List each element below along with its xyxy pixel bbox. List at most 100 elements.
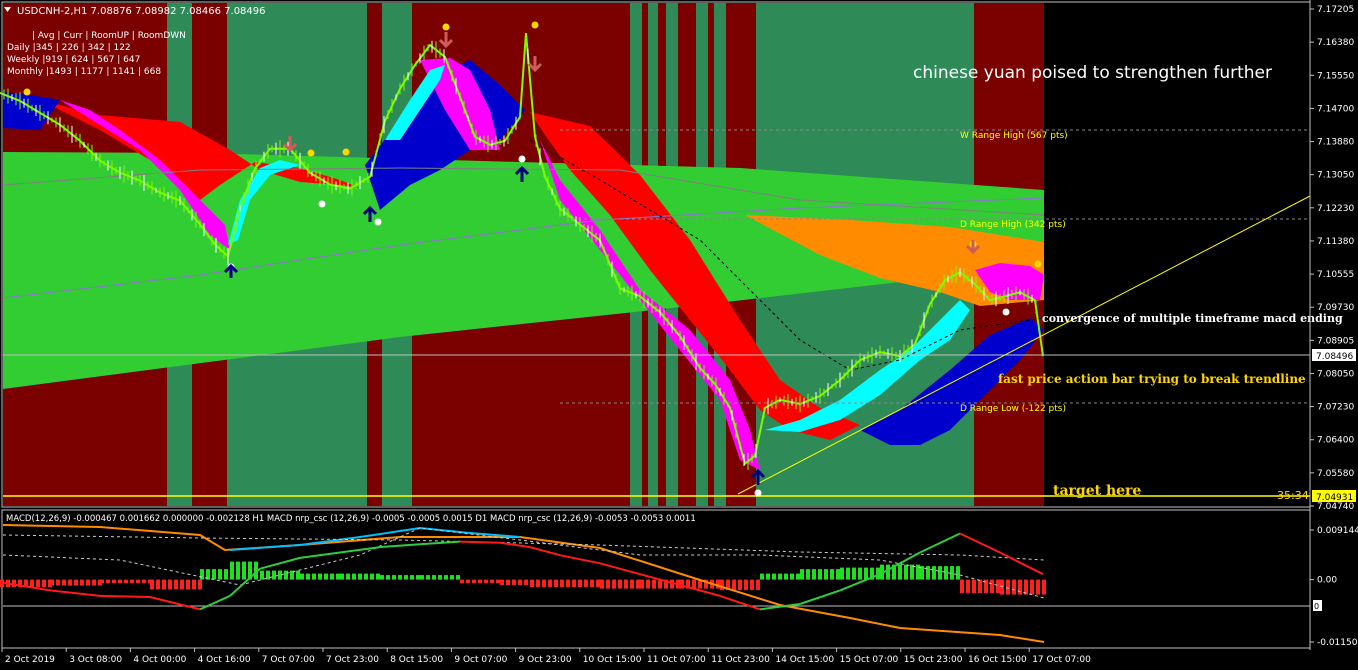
room-row-daily: Daily |345 | 226 | 342 | 122: [7, 43, 131, 53]
macd-histogram-bar: [778, 573, 782, 580]
symbol-line: USDCNH-2,H1 7.08876 7.08982 7.08466 7.08…: [17, 6, 266, 17]
target-price-tag: 7.04931: [1312, 490, 1356, 503]
macd-histogram-bar: [716, 579, 720, 589]
macd-histogram-bar: [416, 575, 420, 580]
macd-histogram-bar: [180, 579, 184, 590]
macd-histogram-bar: [636, 579, 640, 589]
price-tick-label: 7.11380: [1317, 237, 1354, 247]
macd-histogram-bar: [74, 579, 78, 586]
time-tick-label: 9 Oct 07:00: [454, 655, 507, 665]
macd-histogram-bar: [380, 575, 384, 580]
macd-histogram-bar: [858, 567, 862, 580]
macd-histogram-bar: [578, 579, 582, 588]
macd-histogram-bar: [1012, 579, 1016, 595]
macd-histogram-bar: [92, 579, 96, 586]
macd-histogram-bar: [404, 575, 408, 580]
macd-histogram-bar: [86, 579, 90, 586]
time-tick-label: 4 Oct 00:00: [133, 655, 186, 665]
macd-zero-tag: 0: [1313, 600, 1322, 611]
macd-histogram-bar: [112, 579, 116, 584]
macd-histogram-bar: [420, 575, 424, 580]
macd-histogram-bar: [500, 579, 504, 585]
price-axis: 7.17205 7.16380 7.15550 7.14700 7.13880 7.130…: [1309, 0, 1354, 650]
current-price-value: 7.08496: [1316, 352, 1353, 362]
macd-histogram-bar: [312, 573, 316, 580]
target-price-value: 7.04931: [1316, 493, 1353, 503]
macd-histogram-bar: [624, 579, 628, 589]
macd-histogram-bar: [1030, 579, 1034, 595]
macd-histogram-bar: [346, 573, 350, 580]
w-range-high-label: W Range High (567 pts): [960, 131, 1068, 141]
macd-histogram-bar: [198, 579, 202, 590]
time-tick-label: 3 Oct 08:00: [69, 655, 122, 665]
countdown-timer: 35:34: [1277, 489, 1309, 502]
macd-axis: 0.009144 0.00 -0.011506: [1310, 526, 1358, 648]
macd-histogram-bar: [596, 579, 600, 588]
macd-histogram-bar: [618, 579, 622, 589]
time-tick-label: 4 Oct 16:00: [198, 655, 251, 665]
macd-histogram-bar: [554, 579, 558, 588]
macd-histogram-bar: [852, 567, 856, 580]
price-tick-label: 7.13880: [1317, 138, 1354, 148]
macd-histogram-bar: [524, 579, 528, 585]
macd-histogram-bar: [200, 569, 204, 580]
macd-histogram-bar: [42, 579, 46, 588]
macd-histogram-bar: [218, 569, 222, 580]
macd-zero-value: 0: [1314, 602, 1319, 611]
macd-histogram-bar: [1006, 579, 1010, 595]
macd-histogram-bar: [1042, 579, 1046, 595]
macd-histogram-bar: [168, 579, 172, 590]
time-tick-label: 11 Oct 23:00: [711, 655, 770, 665]
price-tick-label: 7.06400: [1317, 436, 1354, 446]
macd-histogram-bar: [766, 573, 770, 580]
macd-histogram-bar: [720, 579, 724, 591]
macd-histogram-bar: [478, 579, 482, 584]
macd-histogram-bar: [230, 561, 234, 580]
macd-histogram-bar: [960, 579, 964, 594]
macd-histogram-bar: [456, 575, 460, 580]
price-tick-label: 7.08905: [1317, 336, 1354, 346]
macd-histogram-bar: [174, 579, 178, 590]
macd-histogram-bar: [370, 573, 374, 580]
macd-histogram-bar: [438, 575, 442, 580]
macd-panel: MACD(12,26,9) -0.000467 0.001662 0.00000…: [0, 509, 1311, 649]
macd-histogram-bar: [236, 561, 240, 580]
macd-histogram-bar: [80, 579, 84, 586]
macd-histogram-bar: [840, 567, 844, 580]
time-tick-label: 15 Oct 23:00: [904, 655, 963, 665]
macd-histogram-bar: [756, 579, 760, 591]
price-tick-label: 7.14700: [1317, 104, 1354, 114]
price-tick-label: 7.12230: [1317, 204, 1354, 214]
macd-histogram-bar: [450, 575, 454, 580]
trading-chart[interactable]: W Range High (567 pts) D Range High (342…: [0, 0, 1358, 670]
macd-histogram-bar: [630, 579, 634, 589]
macd-histogram-bar: [806, 569, 810, 580]
macd-histogram-bar: [296, 570, 300, 580]
macd-histogram-bar: [36, 579, 40, 588]
macd-histogram-bar: [118, 579, 122, 584]
macd-histogram-bar: [224, 569, 228, 580]
macd-histogram-bar: [124, 579, 128, 584]
macd-histogram-bar: [796, 573, 800, 580]
macd-histogram-bar: [646, 579, 650, 589]
macd-histogram-bar: [760, 573, 764, 580]
macd-histogram-bar: [932, 566, 936, 580]
macd-histogram-bar: [130, 579, 134, 584]
macd-histogram-bar: [548, 579, 552, 588]
macd-histogram-bar: [830, 569, 834, 580]
macd-histogram-bar: [376, 573, 380, 580]
time-tick-label: 15 Oct 07:00: [840, 655, 899, 665]
macd-histogram-bar: [518, 579, 522, 585]
time-tick-label: 9 Oct 23:00: [519, 655, 572, 665]
macd-histogram-bar: [260, 570, 264, 580]
price-tick-label: 7.13050: [1317, 171, 1354, 181]
macd-histogram-bar: [966, 579, 970, 594]
macd-histogram-bar: [136, 579, 140, 584]
macd-histogram-bar: [62, 579, 66, 586]
time-tick-label: 10 Oct 15:00: [583, 655, 642, 665]
chart-annotation-title: chinese yuan poised to strengthen furthe…: [913, 63, 1272, 83]
macd-histogram-bar: [336, 573, 340, 580]
price-tick-label: 7.04740: [1317, 502, 1354, 512]
price-tick-label: 7.10555: [1317, 270, 1354, 280]
macd-histogram-bar: [460, 579, 464, 584]
